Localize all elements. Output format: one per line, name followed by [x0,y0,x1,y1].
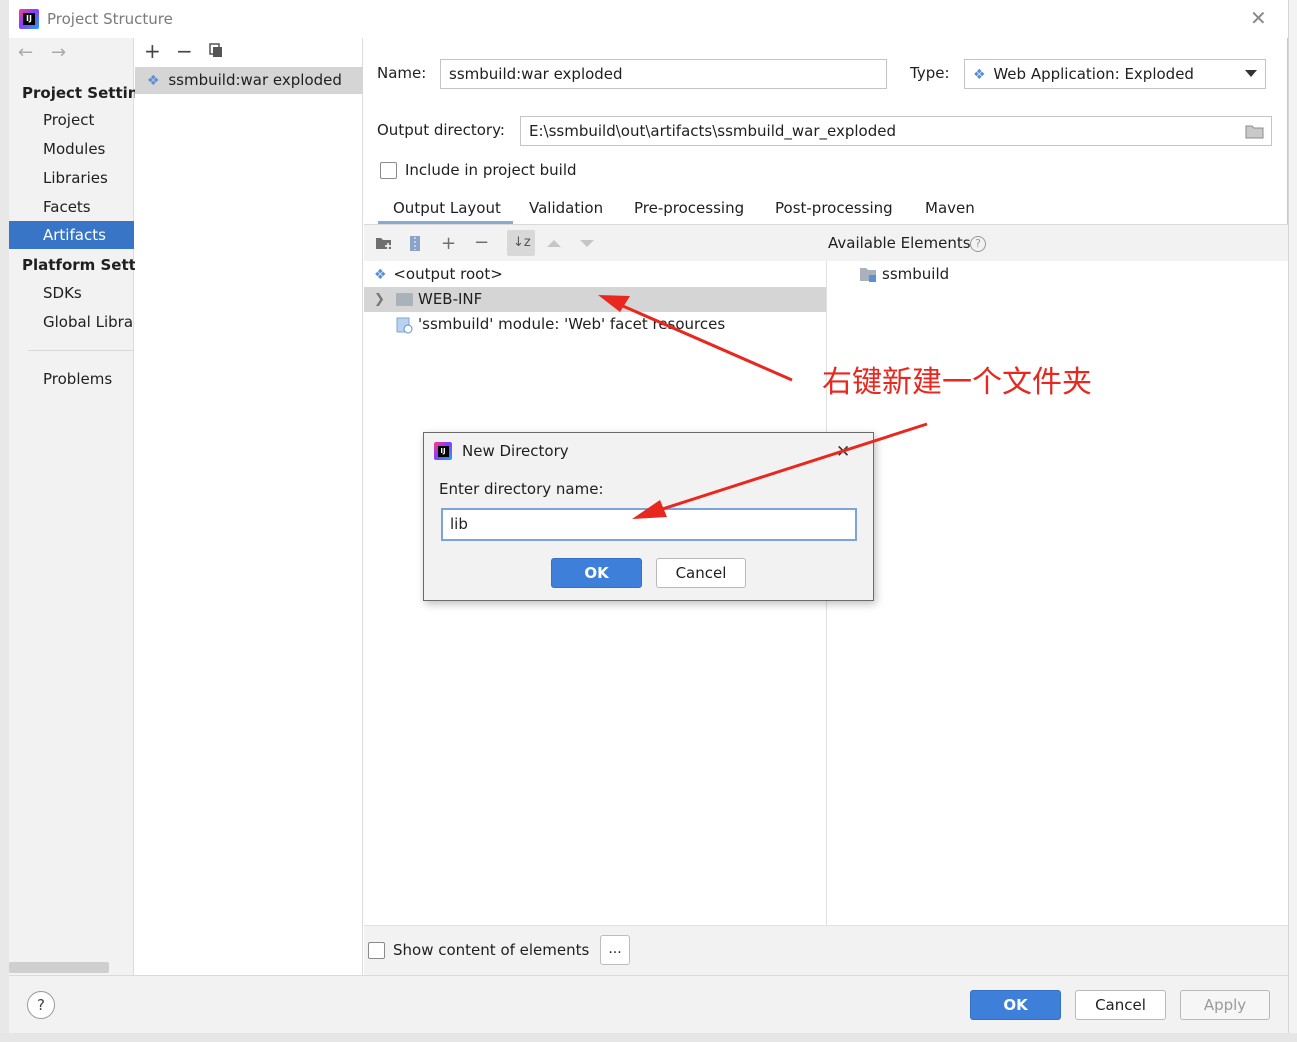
web-artifact-icon: ❖ [374,267,387,283]
show-content-options-button[interactable]: ... [600,935,630,965]
add-element-icon[interactable]: + [441,235,456,253]
module-folder-icon [859,267,877,282]
show-content-checkbox[interactable] [368,942,385,959]
artifact-list-item-label: ssmbuild:war exploded [168,71,342,89]
cancel-button[interactable]: Cancel [1075,990,1166,1020]
tree-node-output-root[interactable]: ❖ <output root> [374,262,503,287]
chevron-down-icon[interactable] [1245,70,1257,77]
remove-icon[interactable]: − [176,41,193,61]
sort-alpha-icon[interactable]: ↓z [513,235,531,251]
tree-node-web-inf[interactable]: WEB-INF [418,287,482,312]
directory-name-input[interactable]: lib [441,508,857,541]
artifact-list-panel [135,38,363,975]
tab-maven[interactable]: Maven [925,199,975,217]
intellij-logo-icon: IJ [434,442,452,460]
web-artifact-icon: ❖ [147,73,160,89]
title-bar [9,0,1288,38]
nav-item-libraries[interactable]: Libraries [9,164,134,192]
nav-item-facets[interactable]: Facets [9,193,134,221]
dialog-cancel-button[interactable]: Cancel [656,558,746,588]
dialog-close-icon[interactable]: ✕ [836,442,850,462]
include-in-build-label: Include in project build [405,161,577,179]
nav-item-global-libraries[interactable]: Global Librar [9,308,134,336]
type-dropdown[interactable]: ❖ Web Application: Exploded [964,59,1266,89]
folder-icon [396,293,413,306]
artifact-list-item[interactable]: ❖ ssmbuild:war exploded [135,67,363,94]
background-right-edge [1288,0,1297,1042]
type-dropdown-value: Web Application: Exploded [993,65,1194,83]
output-directory-label: Output directory: [377,121,505,139]
intellij-logo-icon: IJ [19,9,39,29]
close-icon[interactable]: ✕ [1250,8,1267,28]
active-tab-indicator [378,221,513,224]
help-icon[interactable]: ? [970,236,986,252]
tree-node-module-resources[interactable]: 'ssmbuild' module: 'Web' facet resources [418,312,725,337]
nav-section-project-settings: Project Setting [22,84,138,102]
type-label: Type: [910,64,950,82]
browse-folder-icon[interactable] [1245,124,1265,139]
copy-icon[interactable] [209,43,223,58]
available-elements-header: Available Elements [828,234,971,252]
help-button[interactable]: ? [27,991,55,1019]
tab-pre-processing[interactable]: Pre-processing [634,199,744,217]
dialog-ok-button[interactable]: OK [551,558,642,588]
remove-element-icon[interactable]: − [474,234,489,252]
web-app-icon: ❖ [973,67,986,83]
output-directory-field[interactable]: E:\ssmbuild\out\artifacts\ssmbuild_war_e… [520,116,1272,146]
new-folder-icon[interactable] [375,236,393,251]
tab-output-layout[interactable]: Output Layout [393,199,501,217]
nav-item-problems[interactable]: Problems [9,365,134,393]
directory-name-prompt: Enter directory name: [439,480,604,498]
forward-arrow-icon[interactable]: → [51,42,66,63]
chevron-right-icon[interactable]: ❯ [374,292,385,307]
nav-divider [28,350,134,351]
nav-scrollbar[interactable] [9,962,109,973]
background-bottom-strip [0,1033,1297,1042]
nav-item-sdks[interactable]: SDKs [9,279,134,307]
background-strip [0,0,9,1042]
module-resources-icon [396,317,413,334]
tab-validation[interactable]: Validation [529,199,603,217]
ok-button[interactable]: OK [970,990,1061,1020]
apply-button[interactable]: Apply [1180,990,1270,1020]
archive-icon[interactable] [409,235,421,252]
tab-post-processing[interactable]: Post-processing [775,199,893,217]
name-label: Name: [377,64,427,82]
name-field[interactable]: ssmbuild:war exploded [440,59,887,89]
layout-toolbar [364,225,1288,261]
add-icon[interactable]: + [144,41,161,61]
move-up-icon[interactable] [547,240,561,247]
nav-item-modules[interactable]: Modules [9,135,134,163]
include-in-build-checkbox[interactable] [380,162,397,179]
annotation-text: 右键新建一个文件夹 [822,365,1092,400]
move-down-icon[interactable] [580,240,594,247]
show-content-label: Show content of elements [393,941,590,959]
nav-item-artifacts[interactable]: Artifacts [9,221,134,249]
nav-item-project[interactable]: Project [9,106,134,134]
available-item-ssmbuild[interactable]: ssmbuild [882,262,949,287]
tree-node-label: <output root> [393,265,503,283]
back-arrow-icon[interactable]: ← [18,42,33,63]
nav-section-platform-settings: Platform Settin [22,256,138,274]
new-directory-title: New Directory [462,442,569,460]
window-title: Project Structure [47,10,173,28]
